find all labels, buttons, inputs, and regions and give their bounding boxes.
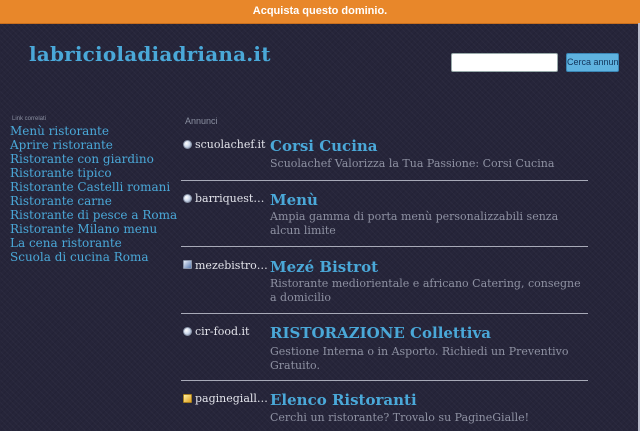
related-link[interactable]: Ristorante tipico bbox=[10, 166, 112, 180]
ad-title[interactable]: Menù bbox=[270, 191, 318, 209]
ad-title[interactable]: Corsi Cucina bbox=[270, 137, 378, 155]
ad-domain[interactable]: scuolachef.it bbox=[195, 138, 265, 151]
ad-description: Cerchi un ristorante? Trovalo su PagineG… bbox=[270, 411, 530, 424]
ad-title[interactable]: Mezé Bistrot bbox=[270, 258, 378, 276]
ad-domain[interactable]: barriquest… bbox=[195, 192, 264, 205]
search-button[interactable]: Cerca annunci bbox=[566, 53, 619, 72]
ad-title[interactable]: Elenco Ristoranti bbox=[270, 391, 417, 409]
related-link[interactable]: Ristorante Milano menu bbox=[10, 222, 157, 236]
related-link[interactable]: Aprire ristorante bbox=[10, 138, 113, 152]
ad-divider bbox=[181, 380, 588, 381]
ad-domain[interactable]: paginegiall… bbox=[195, 392, 268, 405]
ad-divider bbox=[181, 313, 588, 314]
related-link[interactable]: Ristorante con giardino bbox=[10, 152, 154, 166]
ad-divider bbox=[181, 180, 588, 181]
related-link[interactable]: Scuola di cucina Roma bbox=[10, 250, 149, 264]
ad-domain[interactable]: mezebistro… bbox=[195, 259, 268, 272]
related-links-list: Menù ristorante Aprire ristorante Ristor… bbox=[10, 123, 177, 264]
favicon-icon bbox=[183, 394, 192, 403]
globe-icon bbox=[183, 194, 192, 203]
ad-description: Scuolachef Valorizza la Tua Passione: Co… bbox=[270, 157, 555, 170]
related-link[interactable]: La cena ristorante bbox=[10, 236, 122, 250]
related-links-heading: Link correlati bbox=[12, 116, 47, 122]
related-link[interactable]: Menù ristorante bbox=[10, 124, 109, 138]
favicon-icon bbox=[183, 260, 192, 269]
related-link[interactable]: Ristorante Castelli romani bbox=[10, 180, 170, 194]
site-title: labricioladiadriana.it bbox=[29, 42, 271, 66]
ad-description: Ampia gamma di porta menù personalizzabi… bbox=[270, 210, 559, 237]
globe-icon bbox=[183, 140, 192, 149]
ad-title[interactable]: RISTORAZIONE Collettiva bbox=[270, 324, 491, 342]
ads-heading: Annunci bbox=[185, 116, 218, 126]
buy-domain-banner[interactable]: Acquista questo dominio. bbox=[0, 0, 640, 24]
ad-divider bbox=[181, 246, 588, 247]
ad-domain[interactable]: cir-food.it bbox=[195, 325, 249, 338]
related-link[interactable]: Ristorante di pesce a Roma bbox=[10, 208, 177, 222]
search-input[interactable] bbox=[451, 53, 558, 72]
ad-description: Gestione Interna o in Asporto. Richiedi … bbox=[270, 345, 569, 372]
related-link[interactable]: Ristorante carne bbox=[10, 194, 112, 208]
ad-description: Ristorante mediorientale e africano Cate… bbox=[270, 277, 581, 304]
globe-icon bbox=[183, 327, 192, 336]
